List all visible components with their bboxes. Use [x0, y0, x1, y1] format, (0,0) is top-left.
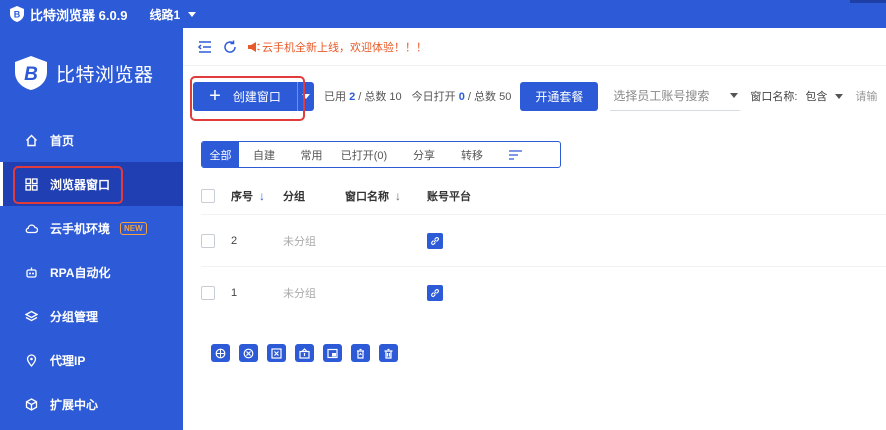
tab-shared[interactable]: 分享 — [394, 142, 454, 167]
select-all-checkbox[interactable] — [201, 189, 215, 203]
notice-text[interactable]: 云手机全新上线，欢迎体验！！！ — [262, 39, 427, 55]
delete-icon[interactable] — [379, 344, 398, 362]
tab-transfer[interactable]: 转移 — [454, 142, 490, 167]
layers-icon — [25, 310, 38, 323]
tab-all[interactable]: 全部 — [202, 142, 239, 167]
collapse-menu-icon[interactable] — [197, 39, 213, 55]
sort-options[interactable] — [490, 142, 540, 167]
brand: B 比特浏览器 — [0, 28, 183, 118]
sidebar: B 比特浏览器 首页 浏览器窗口 云手机环境 NEW RPA自动化 分组管理 代… — [0, 28, 183, 430]
row-checkbox[interactable] — [201, 285, 215, 300]
header-name[interactable]: 窗口名称 — [345, 188, 389, 204]
sidebar-item-label: 分组管理 — [50, 309, 99, 324]
home-icon — [25, 134, 38, 147]
window-arrange-icon[interactable] — [323, 344, 342, 362]
brand-name: 比特浏览器 — [56, 64, 154, 86]
used-value: 2 — [349, 91, 356, 103]
employee-select-placeholder: 选择员工账号搜索 — [613, 89, 710, 103]
opened-value: 0 — [458, 91, 465, 103]
sort-arrow-icon[interactable]: ↓ — [395, 189, 401, 203]
notice-bar: 云手机全新上线，欢迎体验！！！ — [183, 28, 886, 66]
keyword-input[interactable]: 请输 — [855, 88, 877, 104]
chevron-down-icon — [835, 93, 844, 99]
match-mode-value: 包含 — [805, 91, 828, 103]
tab-opened[interactable]: 已打开(0) — [334, 142, 394, 167]
sidebar-item-label: 扩展中心 — [50, 397, 99, 412]
app-logo-icon: B — [10, 6, 24, 22]
title-bar: B 比特浏览器 6.0.9 线路1 — [0, 0, 886, 28]
recycle-icon[interactable] — [351, 344, 370, 362]
window-name-label: 窗口名称: — [750, 91, 798, 103]
line-selector[interactable]: 线路1 — [150, 6, 181, 23]
clear-cache-icon[interactable] — [267, 344, 286, 362]
header-group: 分组 — [283, 191, 305, 203]
table-header: 序号 ↓ 分组 窗口名称 ↓ 账号平台 — [201, 178, 886, 214]
opened-total: / 总数 50 — [467, 91, 512, 103]
table-row[interactable]: 1 未分组 — [201, 266, 886, 318]
tab-self-created[interactable]: 自建 — [239, 142, 289, 167]
svg-text:B: B — [24, 64, 38, 85]
open-plan-button[interactable]: 开通套餐 — [520, 81, 599, 111]
highlight-box-nav — [13, 166, 123, 204]
match-mode-select[interactable]: 包含 — [805, 88, 844, 104]
app-title: 比特浏览器 6.0.9 — [30, 7, 128, 23]
sidebar-item-cloud-phone[interactable]: 云手机环境 NEW — [0, 206, 183, 250]
sidebar-item-groups[interactable]: 分组管理 — [0, 294, 183, 338]
table-row[interactable]: 2 未分组 — [201, 214, 886, 266]
link-icon[interactable] — [427, 232, 443, 249]
filter-tabs: 全部 自建 常用 已打开(0) 分享 转移 — [201, 141, 561, 168]
sidebar-item-rpa[interactable]: RPA自动化 — [0, 250, 183, 294]
brand-logo-icon: B — [15, 56, 47, 90]
link-icon[interactable] — [427, 284, 443, 301]
highlight-box-create — [190, 76, 305, 121]
close-all-icon[interactable] — [239, 344, 258, 362]
new-badge: NEW — [120, 221, 147, 235]
employee-select[interactable]: 选择员工账号搜索 — [610, 82, 741, 111]
refresh-icon[interactable] — [222, 39, 238, 55]
used-stat: 已用 2 / 总数 10 — [324, 88, 402, 104]
tab-favorites[interactable]: 常用 — [289, 142, 334, 167]
sidebar-item-label: RPA自动化 — [50, 265, 111, 280]
sidebar-item-proxy-ip[interactable]: 代理IP — [0, 338, 183, 382]
header-no[interactable]: 序号 — [231, 188, 253, 204]
title-corner — [850, 0, 886, 3]
sidebar-item-label: 首页 — [50, 133, 75, 148]
open-all-icon[interactable] — [211, 344, 230, 362]
row-no: 2 — [231, 234, 238, 247]
used-label: 已用 — [324, 91, 346, 103]
line-dropdown-icon[interactable] — [188, 11, 197, 17]
sort-lines-icon — [508, 149, 522, 160]
location-pin-icon — [25, 353, 38, 367]
header-platform: 账号平台 — [427, 191, 471, 203]
sidebar-item-label: 代理IP — [50, 353, 86, 368]
sidebar-item-home[interactable]: 首页 — [0, 118, 183, 162]
sidebar-item-extensions[interactable]: 扩展中心 — [0, 382, 183, 426]
window-table: 序号 ↓ 分组 窗口名称 ↓ 账号平台 2 未分组 1 未分组 — [201, 178, 886, 318]
row-group: 未分组 — [283, 287, 316, 300]
cloud-phone-icon — [25, 222, 38, 235]
svg-text:B: B — [14, 10, 21, 20]
row-group: 未分组 — [283, 235, 316, 248]
import-icon[interactable] — [295, 344, 314, 362]
sort-arrow-down-icon[interactable]: ↓ — [259, 189, 265, 203]
used-total: / 总数 10 — [358, 91, 402, 103]
batch-actions — [211, 344, 398, 362]
megaphone-icon — [248, 41, 260, 52]
row-no: 1 — [231, 286, 238, 299]
opened-stat: 今日打开 0 / 总数 50 — [412, 88, 512, 104]
sidebar-item-label: 云手机环境 — [50, 221, 111, 236]
chevron-down-icon — [730, 93, 739, 98]
robot-icon — [25, 266, 38, 279]
puzzle-icon — [25, 397, 38, 411]
row-checkbox[interactable] — [201, 233, 215, 248]
opened-label: 今日打开 — [411, 91, 456, 103]
